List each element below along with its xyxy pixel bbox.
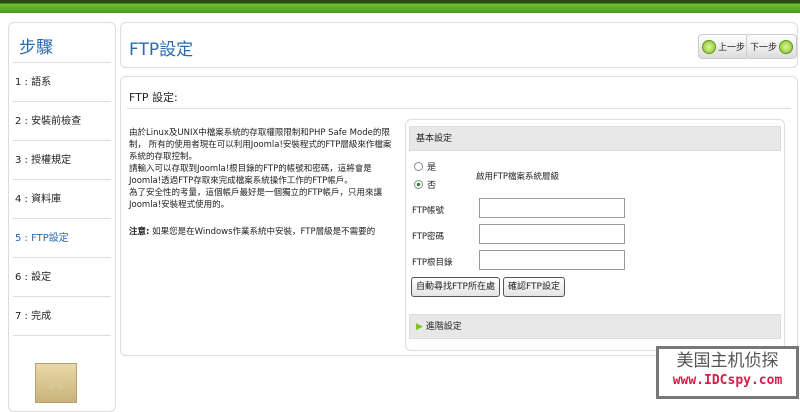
auto-find-ftp-button[interactable]: 自動尋找FTP所在處 (411, 277, 500, 297)
prev-label: 上一步 (718, 43, 746, 53)
sidebar-title: 步驟 (13, 23, 111, 63)
verify-ftp-button[interactable]: 確認FTP設定 (503, 277, 565, 297)
step-precheck: 2 : 安裝前檢查 (13, 102, 111, 141)
ftp-root-label: FTP根目錄 (412, 258, 453, 268)
advanced-settings-toggle[interactable]: ▶ 進階設定 (409, 314, 781, 339)
step-finish: 7 : 完成 (13, 297, 111, 336)
next-button[interactable]: 下一步 (746, 34, 797, 59)
note-text: 如果您是在Windows作業系統中安裝，FTP層級是不需要的 (149, 227, 376, 237)
ftp-settings-fieldset: 基本設定 是 否 啟用FTP檔案系統層級 FTP帳號 FTP密碼 FTP根目錄 … (405, 119, 785, 351)
radio-no[interactable]: 否 (414, 178, 436, 191)
ftp-root-input[interactable] (479, 250, 625, 270)
ftp-user-input[interactable] (479, 198, 625, 218)
page-header: FTP設定 上一步 下一步 (120, 22, 798, 68)
arrow-left-icon (702, 39, 716, 54)
step-license: 3 : 授權規定 (13, 141, 111, 180)
watermark-line1: 美国主机侦探 (676, 351, 779, 371)
radio-yes[interactable]: 是 (414, 160, 436, 173)
step-database: 4 : 資料庫 (13, 180, 111, 219)
ftp-pass-label: FTP密碼 (412, 232, 445, 242)
joomla-logo-icon: ✕ (35, 363, 77, 403)
radio-button-checked-icon (414, 180, 423, 189)
prev-button[interactable]: 上一步 (698, 34, 750, 59)
step-language: 1 : 語系 (13, 63, 111, 102)
next-label: 下一步 (750, 43, 778, 53)
ftp-pass-input[interactable] (479, 224, 625, 244)
arrow-right-icon (779, 39, 793, 54)
expand-arrow-icon: ▶ (416, 322, 426, 332)
divider (127, 108, 791, 109)
note-label: 注意: (129, 227, 150, 237)
watermark-line2: www.IDCspy.com (672, 373, 783, 388)
basic-settings-header: 基本設定 (409, 126, 781, 151)
watermark: 美国主机侦探 www.IDCspy.com (656, 346, 799, 399)
step-ftp: 5 : FTP設定 (13, 219, 111, 258)
step-config: 6 : 設定 (13, 258, 111, 297)
advanced-title: 進階設定 (425, 322, 462, 332)
section-title: FTP 設定: (129, 91, 178, 104)
ftp-panel: FTP 設定: 由於Linux及UNIX中檔案系統的存取權限限制和PHP Saf… (120, 76, 798, 356)
steps-sidebar: 步驟 1 : 語系 2 : 安裝前檢查 3 : 授權規定 4 : 資料庫 5 :… (8, 22, 116, 412)
radio-yes-label: 是 (427, 163, 437, 173)
radio-button-icon (414, 162, 423, 171)
top-bar (0, 0, 800, 13)
ftp-user-label: FTP帳號 (412, 206, 445, 216)
windows-note: 注意: 如果您是在Windows作業系統中安裝，FTP層級是不需要的 (129, 225, 375, 237)
enable-ftp-label: 啟用FTP檔案系統層級 (476, 172, 560, 182)
radio-no-label: 否 (427, 181, 437, 191)
page-title: FTP設定 (129, 40, 194, 60)
ftp-description: 由於Linux及UNIX中檔案系統的存取權限限制和PHP Safe Mode的限… (129, 128, 392, 210)
